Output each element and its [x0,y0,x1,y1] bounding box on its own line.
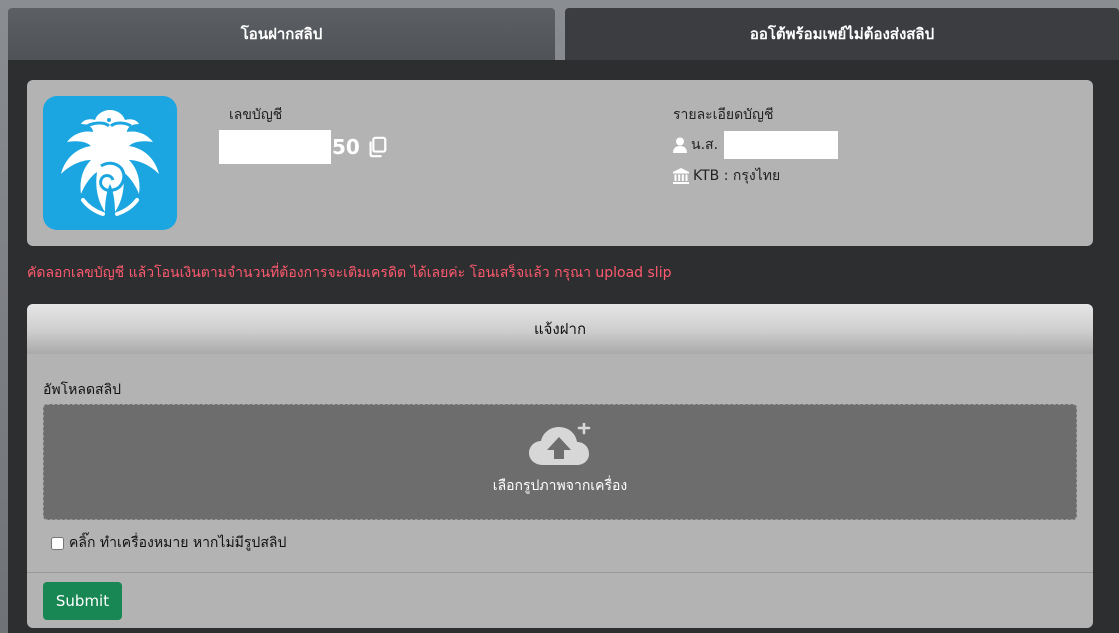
instruction-text: คัดลอกเลขบัญชี แล้วโอนเงินตามจำนวนที่ต้อ… [27,265,672,281]
account-holder-prefix: น.ส. [691,137,719,153]
upload-slip-label: อัพโหลดสลิป [43,382,122,398]
account-number-label: เลขบัญชี [229,107,283,123]
bank-icon [673,168,689,184]
account-holder-mask [724,131,839,159]
tab-auto-promptpay[interactable]: ออโต้พร้อมเพย์ไม่ต้องส่งสลิป [565,8,1119,60]
tab-bar: โอนฝากสลิป ออโต้พร้อมเพย์ไม่ต้องส่งสลิป [8,8,1119,60]
form-title: แจ้งฝาก [27,304,1093,354]
submit-button[interactable]: Submit [43,582,122,620]
slip-dropzone[interactable]: เลือกรูปภาพจากเครื่อง [43,404,1077,520]
account-number-suffix: 50 [332,135,360,159]
copy-icon[interactable] [366,136,388,158]
deposit-panel: เลขบัญชี 50 รายละเอียดบัญชี น.ส. KTB: ก… [8,60,1119,633]
no-slip-checkbox[interactable] [51,536,64,550]
user-icon [673,137,687,153]
no-slip-checkbox-label: คลิ๊ก ทำเครื่องหมาย หากไม่มีรูปสลิป [69,535,287,551]
account-details-label: รายละเอียดบัญชี [673,107,774,123]
bank-name-row: KTB : กรุงไทย [673,166,780,186]
deposit-form: แจ้งฝาก อัพโหลดสลิป เลือกรูปภาพจากเครื่อ… [27,304,1093,628]
krungthai-bird-logo [43,96,177,230]
account-holder-row: น.ส. [673,131,839,159]
account-number: 50 [219,130,388,164]
bank-name: KTB : กรุงไทย [693,168,781,184]
cloud-upload-icon [529,423,591,465]
account-number-mask [219,130,331,164]
dropzone-text: เลือกรูปภาพจากเครื่อง [492,478,628,494]
form-divider [27,572,1093,573]
account-card: เลขบัญชี 50 รายละเอียดบัญชี น.ส. KTB: ก… [27,80,1093,246]
no-slip-checkbox-row[interactable]: คลิ๊ก ทำเครื่องหมาย หากไม่มีรูปสลิป [51,532,286,554]
tab-slip-deposit[interactable]: โอนฝากสลิป [8,8,555,60]
